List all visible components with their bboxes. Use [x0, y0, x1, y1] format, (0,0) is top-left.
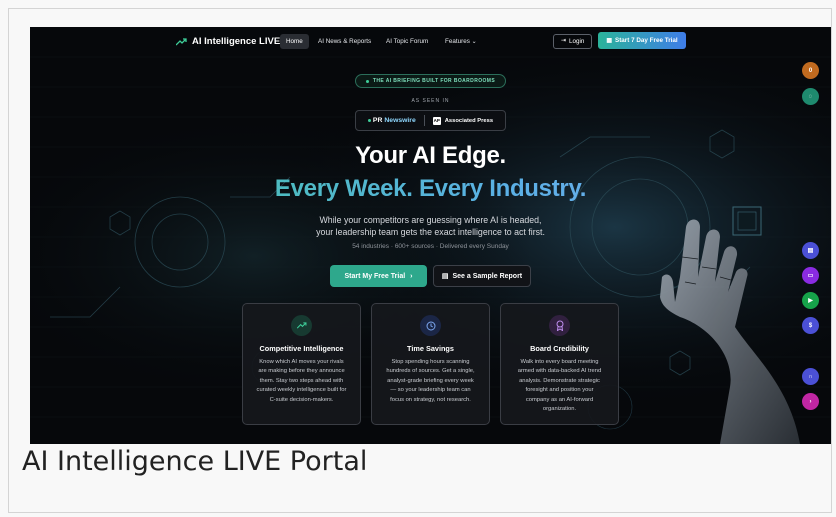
- card-body-line: Stop spending hours scanning: [391, 359, 470, 365]
- trending-up-icon: [176, 37, 187, 45]
- sample-report-label: See a Sample Report: [452, 272, 523, 280]
- hero-description-line-1: While your competitors are guessing wher…: [319, 215, 542, 225]
- video-side-button[interactable]: ▶: [802, 292, 819, 309]
- hero-description-line-2: your leadership team gets the exact inte…: [316, 227, 545, 237]
- pr-dot-icon: [367, 119, 371, 122]
- sample-report-button[interactable]: ▤ See a Sample Report: [433, 265, 531, 287]
- associated-press-logo: AP Associated Press: [432, 116, 494, 125]
- billing-side-button[interactable]: $: [802, 317, 819, 334]
- login-button[interactable]: ⇥ Login: [553, 34, 593, 49]
- nav-link-news-reports[interactable]: AI News & Reports: [312, 34, 377, 49]
- start-free-trial-label: Start My Free Trial: [344, 272, 406, 280]
- card-body-line: — so your leadership team can: [390, 387, 471, 394]
- support-side-button[interactable]: ∩: [802, 368, 819, 385]
- as-seen-in-label: AS SEEN IN: [411, 98, 450, 104]
- card-body-line: C-suite decision-makers.: [269, 396, 334, 403]
- message-icon: ▭: [807, 273, 814, 279]
- headphones-icon: ∩: [808, 373, 813, 380]
- card-body-line: curated weekly intelligence built for: [256, 387, 347, 394]
- nav-link-topic-forum[interactable]: AI Topic Forum: [380, 34, 434, 49]
- notification-count: 0: [808, 67, 813, 74]
- status-dot-icon: [365, 79, 369, 83]
- brand-logo[interactable]: AI Intelligence LIVE: [176, 36, 280, 47]
- nav-link-features[interactable]: Features ⌄: [439, 34, 483, 49]
- messages-side-button[interactable]: ▭: [802, 267, 819, 284]
- chat-button[interactable]: ◌: [802, 88, 819, 105]
- nav-link-features-label: Features: [445, 38, 470, 45]
- card-title: Time Savings: [407, 344, 454, 353]
- login-icon: ⇥: [561, 38, 567, 44]
- card-body-line: analysis. Demonstrate strategic: [519, 377, 600, 384]
- expand-side-button[interactable]: ›: [802, 393, 819, 410]
- pr-label: PR: [372, 117, 383, 124]
- hero-title: Your AI Edge.: [355, 142, 506, 169]
- card-body-line: focus on strategy, not research.: [390, 396, 471, 403]
- feature-card-competitive-intelligence: Competitive Intelligence Know which AI m…: [242, 303, 361, 425]
- notification-badge-button[interactable]: 0: [802, 62, 819, 79]
- calendar-icon: ▦: [606, 38, 612, 44]
- start-trial-button[interactable]: ▦ Start 7 Day Free Trial: [598, 32, 686, 49]
- start-free-trial-button[interactable]: Start My Free Trial ›: [330, 265, 427, 287]
- card-body-line: hundreds of sources. Get a single,: [386, 368, 475, 375]
- tagline-text: THE AI BRIEFING BUILT FOR BOARDROOMS: [372, 78, 496, 84]
- card-title: Competitive Intelligence: [259, 344, 344, 353]
- card-body: Know which AI moves your rivals are maki…: [253, 358, 350, 405]
- nav-link-home[interactable]: Home: [280, 34, 309, 49]
- chevron-right-icon: ›: [809, 398, 812, 405]
- press-divider: [423, 115, 425, 126]
- document-icon: ▤: [807, 248, 814, 254]
- page-frame: AI Intelligence LIVE Home AI News & Repo…: [8, 8, 832, 513]
- card-body-line: armed with data-backed AI trend: [517, 368, 602, 375]
- associated-press-label: Associated Press: [444, 117, 494, 124]
- chevron-right-icon: ›: [410, 272, 413, 280]
- screenshot: AI Intelligence LIVE Home AI News & Repo…: [30, 27, 831, 444]
- pr-newswire-logo: PR Newswire: [367, 117, 416, 124]
- card-body: Walk into every board meeting armed with…: [511, 358, 608, 414]
- brand-name: AI Intelligence LIVE: [192, 36, 281, 47]
- clock-icon: [420, 315, 441, 336]
- ap-logo-icon: AP: [432, 116, 441, 125]
- card-body-line: Walk into every board meeting: [520, 359, 599, 365]
- document-icon: ▤: [441, 273, 449, 280]
- hero-stats: 54 industries · 600+ sources · Delivered…: [352, 243, 509, 250]
- dollar-icon: $: [808, 322, 813, 329]
- card-body-line: organization.: [542, 406, 577, 413]
- card-body: Stop spending hours scanning hundreds of…: [382, 358, 479, 405]
- award-icon: [549, 315, 570, 336]
- card-title: Board Credibility: [530, 344, 589, 353]
- reports-side-button[interactable]: ▤: [802, 242, 819, 259]
- newswire-label: Newswire: [384, 117, 416, 124]
- card-body-line: company as an AI-forward: [525, 396, 594, 403]
- press-logos: PR Newswire AP Associated Press: [355, 110, 506, 131]
- hero-subtitle-gradient: Every Week. Every Industry.: [30, 175, 831, 203]
- tagline-pill: THE AI BRIEFING BUILT FOR BOARDROOMS: [355, 74, 506, 88]
- card-body-line: analyst-grade briefing every week: [387, 377, 474, 384]
- trending-up-icon: [291, 315, 312, 336]
- chevron-down-icon: ⌄: [471, 39, 477, 45]
- login-label: Login: [569, 38, 585, 45]
- chat-bubble-icon: ◌: [808, 93, 813, 100]
- start-trial-label: Start 7 Day Free Trial: [615, 37, 678, 44]
- feature-card-time-savings: Time Savings Stop spending hours scannin…: [371, 303, 490, 425]
- feature-card-board-credibility: Board Credibility Walk into every board …: [500, 303, 619, 425]
- card-body-line: foresight and position your: [525, 387, 594, 394]
- card-body-line: are making before they announce: [258, 368, 345, 375]
- card-body-line: Know which AI moves your rivals: [259, 359, 344, 365]
- video-icon: ▶: [808, 298, 813, 304]
- page-caption: AI Intelligence LIVE Portal: [22, 446, 368, 477]
- card-body-line: them. Stay two steps ahead with: [259, 377, 344, 384]
